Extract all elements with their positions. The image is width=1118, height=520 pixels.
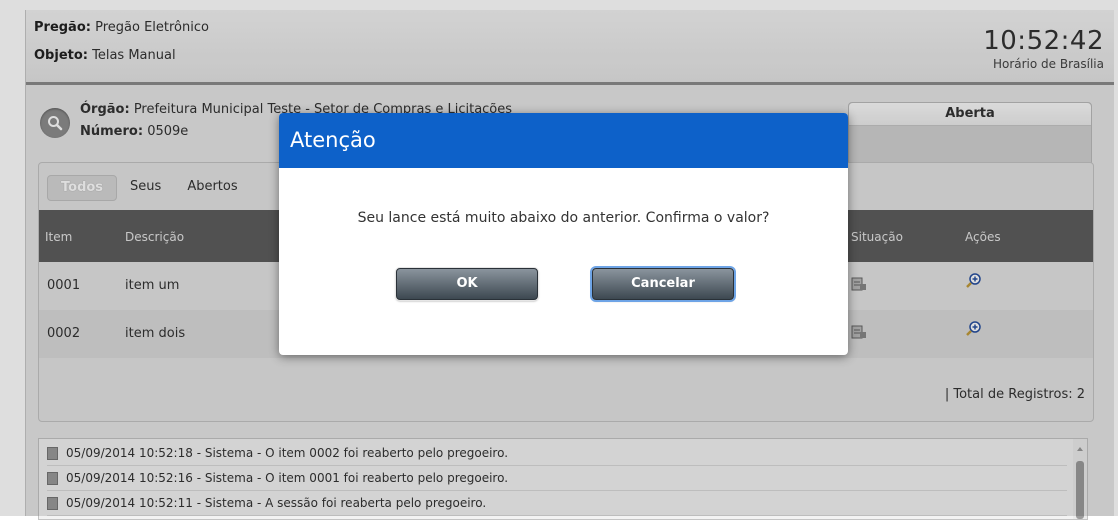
cancel-button[interactable]: Cancelar: [592, 268, 734, 300]
dialog-message: Seu lance está muito abaixo do anterior.…: [357, 210, 770, 226]
confirm-dialog: Atenção Seu lance está muito abaixo do a…: [279, 113, 848, 355]
ok-button[interactable]: OK: [396, 268, 538, 300]
dialog-title: Atenção: [279, 113, 848, 168]
